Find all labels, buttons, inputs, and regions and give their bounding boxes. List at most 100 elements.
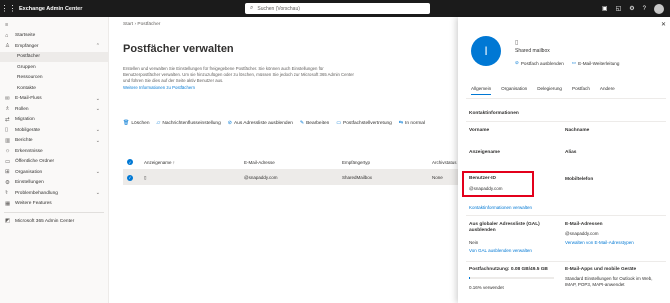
tab-postfach[interactable]: Postfach — [572, 86, 590, 95]
convert-icon: ⇆ — [398, 120, 404, 126]
sidebar-item-einstellungen[interactable]: ⚙ Einstellungen — [0, 178, 108, 189]
sidebar-item-erkenntnisse[interactable]: ☼ Erkenntnisse — [0, 146, 108, 157]
row-checkbox[interactable]: ✓ — [127, 174, 133, 181]
sidebar-item-label: Ressourcen — [17, 75, 43, 81]
sidebar-item-postfaecher[interactable]: Postfächer — [0, 51, 108, 62]
hide-icon: ⊘ — [227, 120, 232, 126]
command-label: Löschen — [131, 120, 150, 126]
manage-gal-link[interactable]: Von GAL ausblenden verwalten — [469, 248, 532, 253]
column-header-type[interactable]: Empfängertyp — [342, 160, 370, 165]
row-type: SharedMailbox — [342, 175, 373, 180]
table-row[interactable]: ✓ ▯ @snapaddy.com SharedMailbox None — [123, 170, 458, 185]
home-icon: ⌂ — [5, 32, 9, 39]
chevron-down-icon: ⌄ — [95, 137, 100, 144]
label-gal: Aus globaler Adressliste (GAL) ausblende… — [469, 222, 540, 233]
flow-icon: ▱ — [156, 120, 161, 126]
column-header-archive[interactable]: Archivstatus — [432, 160, 458, 165]
mailbox-icon: ▯ — [144, 174, 147, 180]
top-bar-icons: ▣ ◱ ⚙ ? — [602, 0, 664, 17]
label-mobiltelefon: Mobiltelefon — [565, 177, 594, 182]
hide-mailbox-button[interactable]: ⊘ Postfach ausblenden — [515, 60, 564, 66]
select-all-checkbox[interactable]: ✓ — [127, 159, 133, 165]
sidebar-item-rollen[interactable]: ♗ Rollen ⌄ — [0, 104, 108, 115]
sidebar-item-label: Berichte — [15, 138, 33, 144]
close-icon[interactable]: ✕ — [661, 21, 666, 28]
sidebar-item-weitere-features[interactable]: ▦ Weitere Features — [0, 199, 108, 210]
chart-icon: ▥ — [5, 137, 11, 144]
tab-delegierung[interactable]: Delegierung — [537, 86, 562, 95]
manage-contact-link[interactable]: Kontaktinformationen verwalten — [469, 205, 532, 210]
hide-icon: ⊘ — [515, 60, 519, 65]
sidebar-item-kontakte[interactable]: Kontakte — [0, 83, 108, 94]
sidebar-item-label: Mobilgeräte — [15, 127, 41, 133]
action-label: E-Mail-Weiterleitung — [578, 60, 620, 66]
label-alias: Alias — [565, 150, 577, 155]
label-apps: E-Mail-Apps und mobile Geräte — [565, 267, 637, 272]
sidebar-item-organisation[interactable]: ⊞ Organisation ⌄ — [0, 167, 108, 178]
value-usage: 0.16% verwendet — [469, 285, 504, 290]
panel-tabs: Allgemein Organisation Delegierung Postf… — [471, 86, 615, 95]
tab-andere[interactable]: Andere — [600, 86, 615, 95]
sidebar-item-email-fluss[interactable]: ✉ E-Mail-Fluss ⌄ — [0, 94, 108, 105]
section-divider — [466, 261, 666, 262]
notifications-icon[interactable]: ◱ — [616, 5, 622, 12]
apps-icon[interactable]: ▣ — [602, 5, 608, 12]
breadcrumb-start[interactable]: Start — [123, 22, 133, 27]
row-name: ▯ — [144, 175, 146, 181]
sidebar-item-mobilgeraete[interactable]: ▯ Mobilgeräte ⌄ — [0, 125, 108, 136]
main-content: Start › Postfächer Postfächer verwalten … — [110, 17, 458, 303]
message-flow-button[interactable]: ▱ Nachrichtenflusseinstellung — [157, 120, 221, 126]
value-benutzer-id: @snapaddy.com — [469, 186, 503, 191]
email-forwarding-button[interactable]: ▭ E-Mail-Weiterleitung — [572, 60, 620, 66]
details-panel: ✕ I ▯ Shared mailbox ⊘ Postfach ausblende… — [458, 17, 670, 303]
user-avatar[interactable] — [654, 3, 664, 14]
column-header-email[interactable]: E-Mail-Adresse — [244, 160, 275, 165]
chevron-down-icon: ⌄ — [95, 169, 100, 176]
manage-email-types-link[interactable]: Verwalten von E-Mail-Adresstypen — [565, 240, 634, 245]
tab-organisation[interactable]: Organisation — [501, 86, 527, 95]
help-icon[interactable]: ? — [643, 6, 646, 12]
edit-button[interactable]: ✎ Bearbeiten — [300, 120, 329, 126]
chevron-down-icon: ⌄ — [95, 106, 100, 113]
sidebar-item-label: Problembehandlung — [15, 190, 58, 196]
value-gal: Nein — [469, 240, 479, 245]
label-nachname: Nachname — [565, 128, 590, 133]
label-vorname: Vorname — [469, 128, 490, 133]
learn-more-link[interactable]: Weitere Informationen zu Postfächern — [123, 85, 195, 90]
chevron-up-icon: ⌃ — [95, 43, 100, 50]
sidebar-item-label: Migration — [15, 117, 35, 123]
command-label: Bearbeiten — [306, 120, 330, 126]
sidebar-item-m365-admin[interactable]: ◩ Microsoft 365 Admin Center — [0, 216, 108, 227]
sidebar-item-problembehandlung[interactable]: ⚕ Problembehandlung ⌄ — [0, 188, 108, 199]
sidebar-item-label: Microsoft 365 Admin Center — [15, 218, 75, 224]
sidebar-item-label: Erkenntnisse — [15, 148, 43, 154]
sidebar-item-label: Rollen — [15, 106, 29, 112]
mailbox-icon: ▯ — [515, 40, 519, 46]
app-launcher-icon[interactable]: ⋮⋮ — [0, 0, 17, 17]
settings-icon: ⚙ — [5, 179, 10, 186]
sidebar-item-berichte[interactable]: ▥ Berichte ⌄ — [0, 136, 108, 147]
search-box[interactable]: ⌕ Suchen (Vorschau) — [245, 3, 430, 14]
nav-toggle[interactable]: ≡ — [0, 20, 108, 31]
column-header-name[interactable]: Anzeigename ↑ — [144, 160, 175, 165]
breadcrumb-current: Postfächer — [137, 22, 161, 27]
sidebar-divider — [4, 212, 104, 213]
delegation-button[interactable]: ▭ Postfachstellvertretung — [336, 120, 392, 126]
sidebar-item-oeffentliche-ordner[interactable]: ▭ Öffentliche Ordner — [0, 157, 108, 168]
sidebar-item-migration[interactable]: ⇄ Migration — [0, 115, 108, 126]
hide-from-list-button[interactable]: ⊘ Aus Adressliste ausblenden — [228, 120, 293, 126]
label-anzeigename: Anzeigename — [469, 150, 500, 155]
sidebar-item-startseite[interactable]: ⌂ Startseite — [0, 31, 108, 42]
gear-icon[interactable]: ⚙ — [629, 5, 634, 12]
value-email-addresses: @snapaddy.com — [565, 231, 599, 236]
sidebar-item-label: Postfächer — [17, 54, 40, 60]
delete-button[interactable]: 🗑 Löschen — [123, 120, 150, 126]
tab-allgemein[interactable]: Allgemein — [471, 86, 492, 95]
sidebar-item-gruppen[interactable]: Gruppen — [0, 62, 108, 73]
sidebar-item-ressourcen[interactable]: Ressourcen — [0, 73, 108, 84]
sidebar-item-empfaenger[interactable]: ♙ Empfänger ⌃ — [0, 41, 108, 52]
convert-button[interactable]: ⇆ In normal — [399, 120, 425, 126]
command-label: Nachrichtenflusseinstellung — [162, 120, 221, 126]
page-title: Postfächer verwalten — [123, 43, 234, 55]
mail-icon: ✉ — [5, 95, 10, 102]
